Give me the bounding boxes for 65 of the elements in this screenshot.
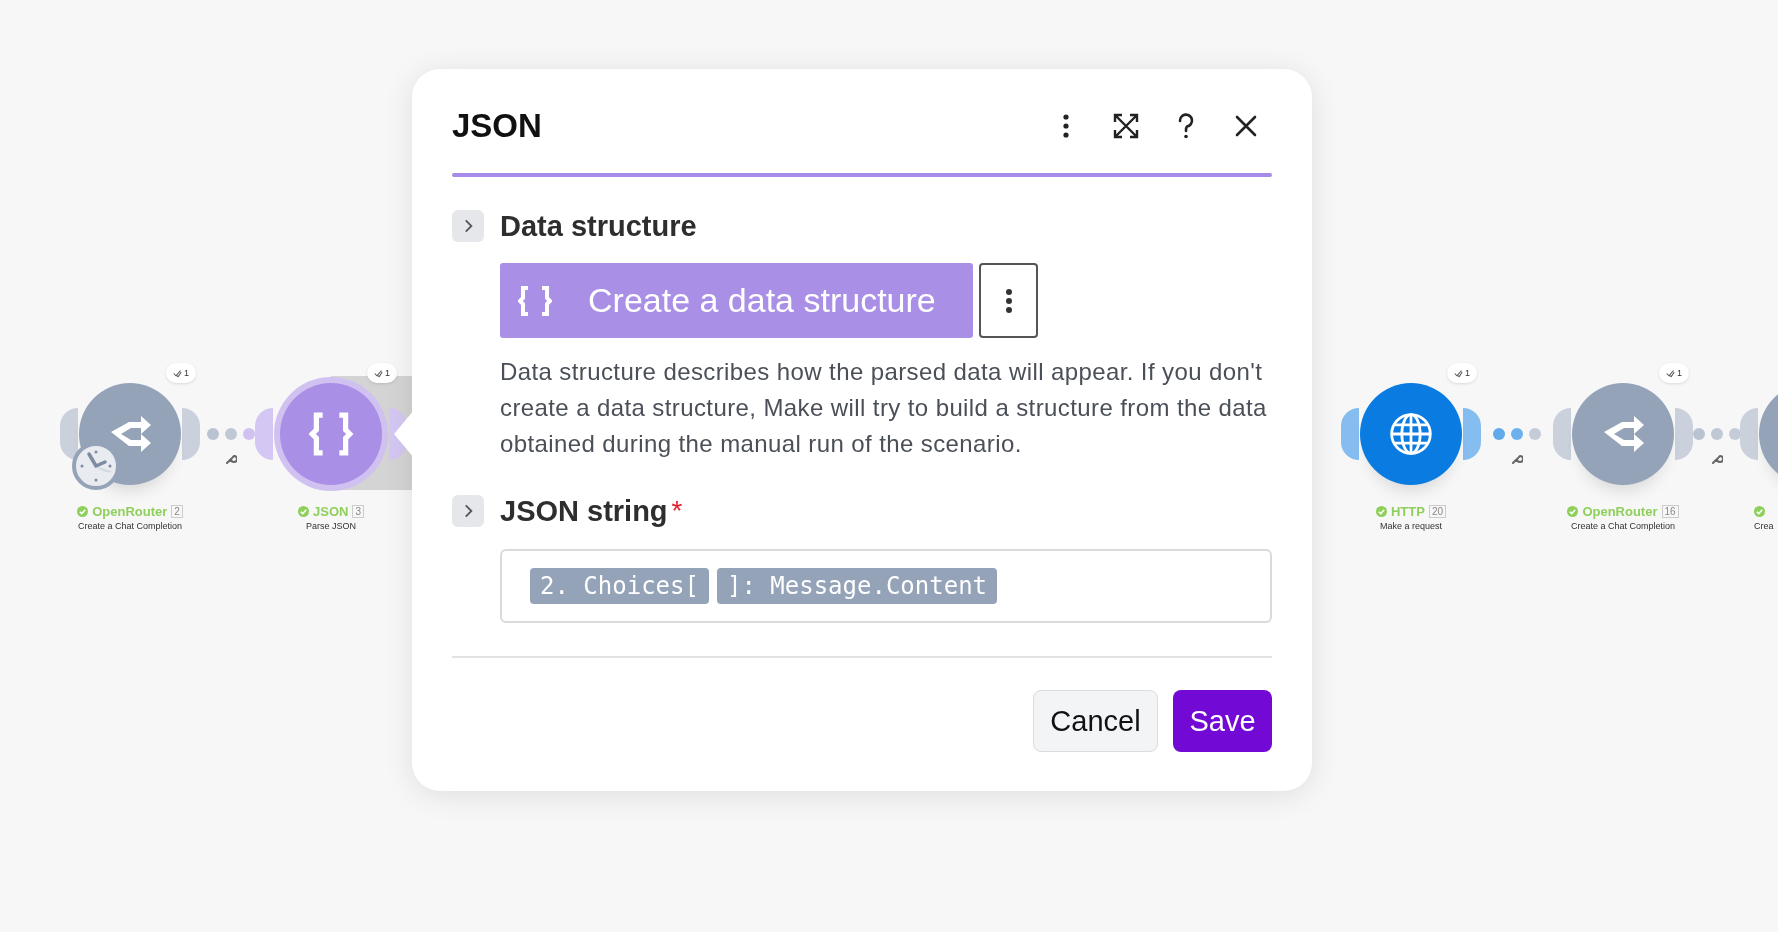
module-name: JSON bbox=[313, 503, 349, 519]
json-string-field[interactable]: 2. Choices[ ]: Message.Content bbox=[500, 549, 1272, 623]
module-handle[interactable] bbox=[1463, 408, 1481, 460]
checks-icon bbox=[374, 368, 383, 378]
connector-dot bbox=[1529, 428, 1541, 440]
wrench-icon[interactable] bbox=[1511, 452, 1523, 464]
module-action: Crea bbox=[1754, 521, 1774, 531]
module-handle[interactable] bbox=[1740, 408, 1758, 460]
cancel-button[interactable]: Cancel bbox=[1033, 690, 1158, 752]
module-handle[interactable] bbox=[1675, 408, 1693, 460]
module-node[interactable] bbox=[1572, 383, 1674, 485]
dialog-title: JSON bbox=[452, 107, 542, 145]
module-handle[interactable] bbox=[1553, 408, 1571, 460]
run-count-badge: 1 bbox=[367, 363, 397, 383]
module-handle[interactable] bbox=[182, 408, 200, 460]
module-name: HTTP bbox=[1390, 503, 1425, 519]
braces-icon bbox=[518, 283, 552, 318]
success-check-icon bbox=[1567, 505, 1579, 517]
module-action: Create a Chat Completion bbox=[77, 521, 183, 531]
module-number: 2 bbox=[171, 504, 183, 518]
expand-toggle[interactable] bbox=[452, 210, 484, 242]
module-name: OpenRouter bbox=[1582, 503, 1658, 519]
checks-icon bbox=[1454, 368, 1463, 378]
module-number: 3 bbox=[352, 504, 364, 518]
connector-dot bbox=[1511, 428, 1523, 440]
connector-dot bbox=[242, 428, 255, 440]
mapped-token[interactable]: ]: Message.Content bbox=[716, 568, 998, 604]
mapped-token[interactable]: 2. Choices[ bbox=[530, 568, 709, 604]
module-action: Make a request bbox=[1379, 521, 1442, 531]
fullscreen-icon[interactable] bbox=[1112, 112, 1140, 140]
module-name: OpenRouter bbox=[92, 503, 168, 519]
wrench-icon[interactable] bbox=[1710, 452, 1723, 464]
expand-toggle[interactable] bbox=[452, 495, 484, 527]
save-button[interactable]: Save bbox=[1173, 690, 1272, 752]
connector-dot bbox=[1493, 428, 1505, 440]
connector-dot bbox=[1728, 428, 1741, 440]
module-node[interactable] bbox=[1360, 383, 1462, 485]
success-check-icon bbox=[1375, 505, 1387, 517]
create-structure-button[interactable]: Create a data structure bbox=[500, 263, 973, 338]
module-number: 20 bbox=[1428, 504, 1447, 518]
section-label: Data structure bbox=[500, 209, 697, 243]
module-handle[interactable] bbox=[60, 408, 78, 460]
checks-icon bbox=[173, 368, 182, 378]
braces-icon bbox=[306, 411, 356, 457]
module-action: Parse JSON bbox=[306, 521, 356, 531]
module-handle[interactable] bbox=[255, 408, 273, 460]
wrench-icon[interactable] bbox=[224, 452, 237, 464]
success-check-icon bbox=[298, 505, 309, 517]
run-count-badge: 1 bbox=[166, 363, 196, 383]
kebab-icon bbox=[1004, 287, 1013, 314]
module-action: Create a Chat Completion bbox=[1570, 521, 1676, 531]
module-number: 16 bbox=[1661, 504, 1679, 518]
help-text: Data structure describes how the parsed data will appear. If you don't create a data structure, Make will try to build a structure from the data obtained during the manual run of the scenario. bbox=[500, 357, 1268, 459]
run-count-badge: 1 bbox=[1659, 363, 1689, 383]
connector-dot bbox=[1710, 428, 1723, 440]
checks-icon bbox=[1666, 368, 1675, 378]
connector-dot bbox=[206, 428, 219, 440]
run-count-badge: 1 bbox=[1447, 363, 1477, 383]
more-options-button[interactable] bbox=[979, 263, 1038, 338]
success-check-icon bbox=[1754, 505, 1765, 517]
success-check-icon bbox=[77, 505, 89, 517]
module-handle[interactable] bbox=[1341, 408, 1359, 460]
section-label: JSON string bbox=[500, 494, 668, 528]
required-asterisk: * bbox=[671, 495, 683, 527]
connector-dot bbox=[224, 428, 237, 440]
